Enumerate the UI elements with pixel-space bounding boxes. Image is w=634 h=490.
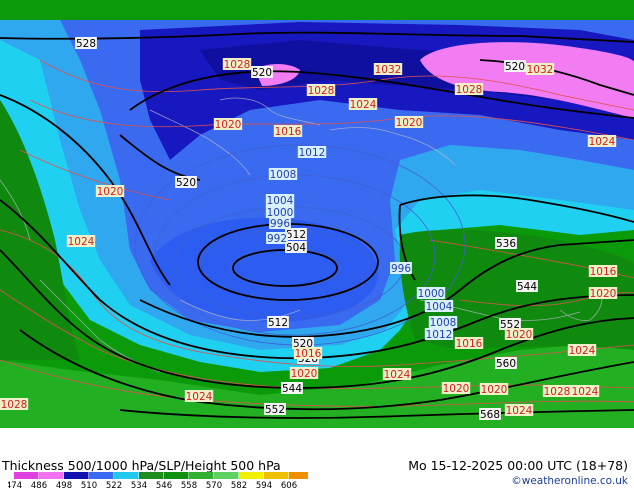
chart-container: 5285205205205125045125205285365445445525… (0, 0, 634, 490)
legend-value: 582 (231, 481, 247, 490)
legend-value: 510 (81, 481, 97, 490)
legend-swatch (264, 472, 289, 479)
legend-swatch (89, 472, 114, 479)
height-label: 528 (76, 38, 96, 50)
legend-value: 546 (156, 481, 172, 490)
legend-value: 522 (106, 481, 122, 490)
pressure-label: 1020 (291, 368, 318, 380)
low-pressure-label: 996 (270, 218, 290, 230)
pressure-label: 1024 (506, 405, 533, 417)
pressure-label: 1020 (215, 119, 242, 131)
pressure-label: 1020 (396, 117, 423, 129)
credit-link[interactable]: ©weatheronline.co.uk (511, 475, 628, 487)
pressure-label: 1020 (443, 383, 470, 395)
pressure-label: 1016 (295, 348, 322, 360)
low-pressure-label: 992 (267, 233, 287, 245)
low-pressure-label: 996 (391, 263, 411, 275)
legend-swatch (64, 472, 89, 479)
height-label: 544 (282, 383, 302, 395)
legend-swatch (289, 472, 308, 479)
pressure-label: 1016 (590, 266, 617, 278)
height-label: 552 (265, 404, 285, 416)
chart-title: Thickness 500/1000 hPa/SLP/Height 500 hP… (2, 458, 281, 473)
legend-value: 486 (31, 481, 47, 490)
forecast-datetime: Mo 15-12-2025 00:00 UTC (18+78) (408, 458, 628, 473)
pressure-label: 1020 (481, 384, 508, 396)
legend-swatch (239, 472, 264, 479)
low-pressure-label: 1008 (430, 317, 457, 329)
legend-value: 558 (181, 481, 197, 490)
legend-swatch (189, 472, 214, 479)
pressure-label: 1028 (224, 59, 251, 71)
height-label: 520 (176, 177, 196, 189)
height-label: 520 (252, 67, 272, 79)
pressure-label: 1016 (456, 338, 483, 350)
pressure-label: 1016 (275, 126, 302, 138)
height-label: 520 (505, 61, 525, 73)
pressure-label: 1020 (506, 329, 533, 341)
pressure-label: 1024 (384, 369, 411, 381)
pressure-label: 1024 (68, 236, 95, 248)
legend-value: 606 (281, 481, 297, 490)
pressure-label: 1024 (186, 391, 213, 403)
pressure-label: 1032 (375, 64, 402, 76)
legend-swatch (114, 472, 139, 479)
low-pressure-label: 1008 (270, 169, 297, 181)
pressure-label: 1020 (590, 288, 617, 300)
pressure-label: 1020 (97, 186, 124, 198)
pressure-label: 1024 (569, 345, 596, 357)
height-label: 512 (268, 317, 288, 329)
low-pressure-label: 1012 (426, 329, 453, 341)
height-label: 536 (496, 238, 516, 250)
low-pressure-label: 1004 (426, 301, 453, 313)
pressure-label: 1024 (350, 99, 377, 111)
height-label: 568 (480, 409, 500, 421)
legend-swatch (164, 472, 189, 479)
legend-swatch (39, 472, 64, 479)
legend-swatch (14, 472, 39, 479)
pressure-label: 1024 (572, 386, 599, 398)
legend-value: 570 (206, 481, 222, 490)
pressure-label: 1028 (544, 386, 571, 398)
pressure-label: 1028 (1, 399, 28, 411)
thickness-legend: 474 486 498 510 522 534 546 558 570 582 594 606 (8, 472, 308, 490)
pressure-label: 1028 (456, 84, 483, 96)
legend-value: 474 (8, 481, 22, 490)
height-label: 544 (517, 281, 537, 293)
legend-value: 534 (131, 481, 147, 490)
legend-value: 498 (56, 481, 72, 490)
low-pressure-label: 1000 (418, 288, 445, 300)
legend-swatch (139, 472, 164, 479)
low-pressure-label: 1012 (299, 147, 326, 159)
weather-map: 5285205205205125045125205285365445445525… (0, 0, 634, 428)
legend-value: 594 (256, 481, 272, 490)
pressure-label: 1028 (308, 85, 335, 97)
pressure-label: 1032 (527, 64, 554, 76)
height-label: 560 (496, 358, 516, 370)
pressure-label: 1024 (589, 136, 616, 148)
legend-swatch (214, 472, 239, 479)
height-label: 512 (286, 229, 306, 241)
low-pressure-label: 1004 (267, 195, 294, 207)
height-label: 504 (286, 242, 306, 254)
